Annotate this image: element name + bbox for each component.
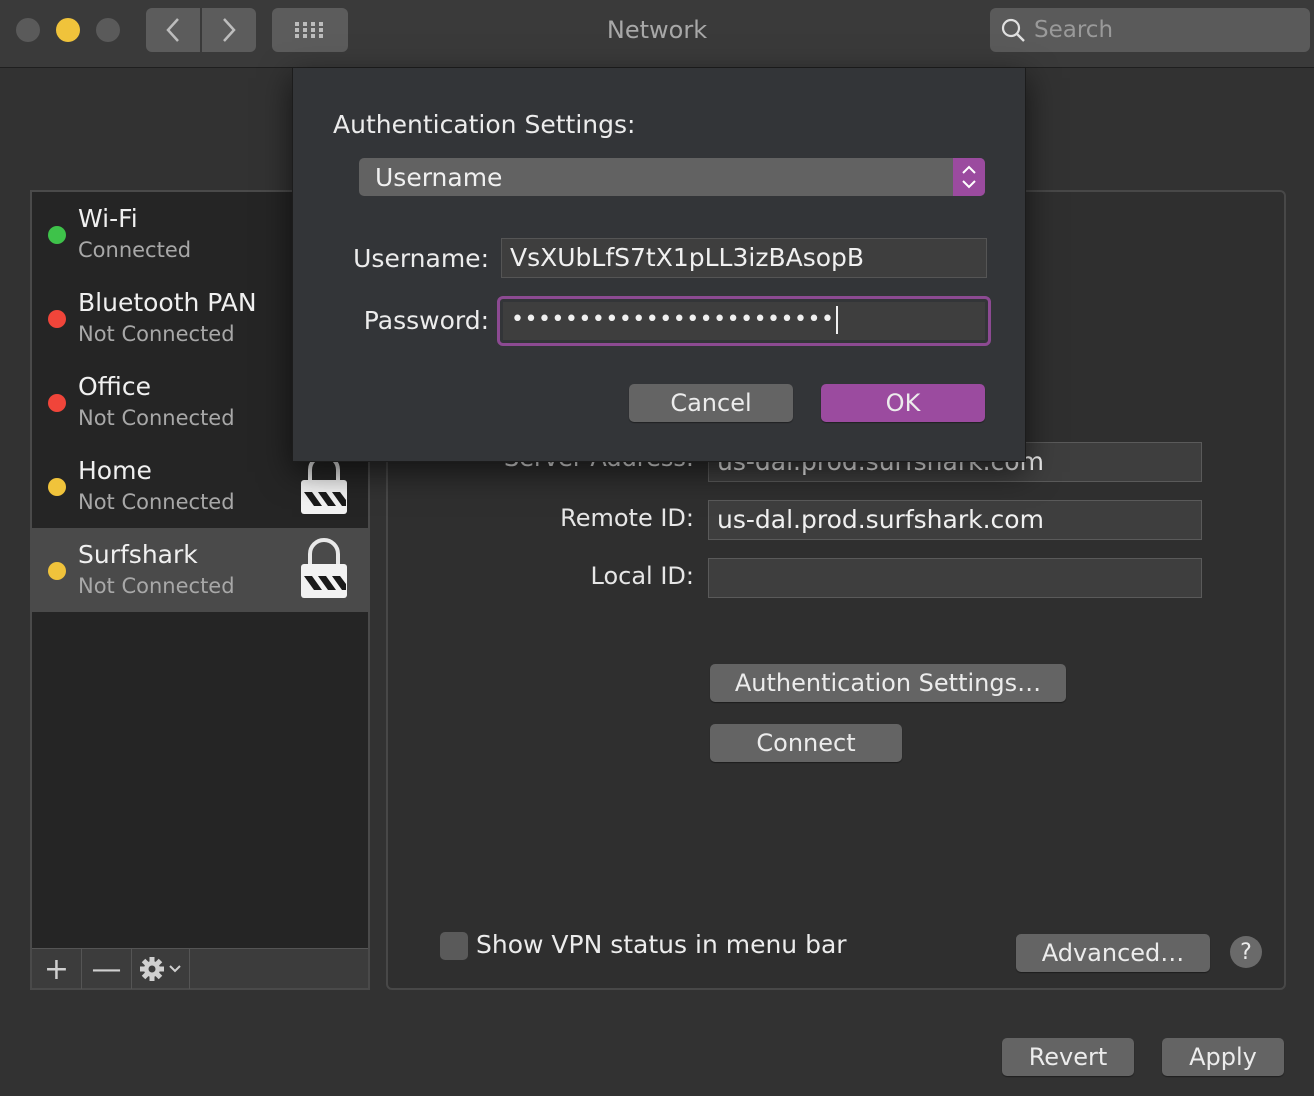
add-service-button[interactable]: + [32,949,82,989]
service-status: Not Connected [78,406,235,430]
password-field[interactable]: •••••••••••••••••••••••• [503,302,985,340]
service-status: Not Connected [78,322,235,346]
service-status: Connected [78,238,192,262]
remote-id-field[interactable]: us-dal.prod.surfshark.com [708,500,1202,540]
username-label: Username: [353,244,489,273]
revert-button[interactable]: Revert [1002,1038,1134,1076]
service-actions-button[interactable] [132,949,190,989]
text-caret [836,306,839,334]
search-field[interactable] [990,8,1310,52]
help-button[interactable]: ? [1230,936,1262,968]
remote-id-label: Remote ID: [560,504,694,532]
local-id-label: Local ID: [590,562,694,590]
local-id-field[interactable] [708,558,1202,598]
search-input[interactable] [1034,17,1294,43]
authentication-sheet: Authentication Settings: Username Userna… [292,68,1026,462]
status-dot [48,310,66,328]
status-dot [48,226,66,244]
show-vpn-status-label: Show VPN status in menu bar [476,930,847,959]
service-name: Office [78,372,151,401]
show-vpn-status-checkbox[interactable] [440,932,468,960]
status-dot [48,562,66,580]
authentication-method-popup[interactable]: Username [359,158,985,196]
remove-service-button[interactable]: — [82,949,132,989]
title-bar: Network [0,0,1314,68]
password-label: Password: [363,306,489,335]
up-down-chevron-icon [962,165,976,189]
authentication-settings-button[interactable]: Authentication Settings… [710,664,1066,702]
service-status: Not Connected [78,574,235,598]
gear-icon [139,957,181,981]
search-icon [1001,18,1025,42]
username-field[interactable]: VsXUbLfS7tX1pLL3izBAsopB [501,238,987,278]
service-name: Surfshark [78,540,198,569]
service-name: Wi-Fi [78,204,138,233]
advanced-button[interactable]: Advanced… [1016,934,1210,972]
sheet-title: Authentication Settings: [333,110,636,139]
apply-button[interactable]: Apply [1162,1038,1284,1076]
service-name: Bluetooth PAN [78,288,257,317]
vpn-lock-icon [301,538,347,598]
ok-button[interactable]: OK [821,384,985,422]
password-masked-value: •••••••••••••••••••••••• [511,307,835,332]
service-name: Home [78,456,152,485]
service-list-toolbar: + — [32,948,368,989]
status-dot [48,394,66,412]
connect-button[interactable]: Connect [710,724,902,762]
authentication-method-value: Username [375,162,503,192]
status-dot [48,478,66,496]
cancel-button[interactable]: Cancel [629,384,793,422]
popup-stepper [953,158,985,196]
service-status: Not Connected [78,490,235,514]
service-item-surfshark[interactable]: Surfshark Not Connected [32,528,368,612]
